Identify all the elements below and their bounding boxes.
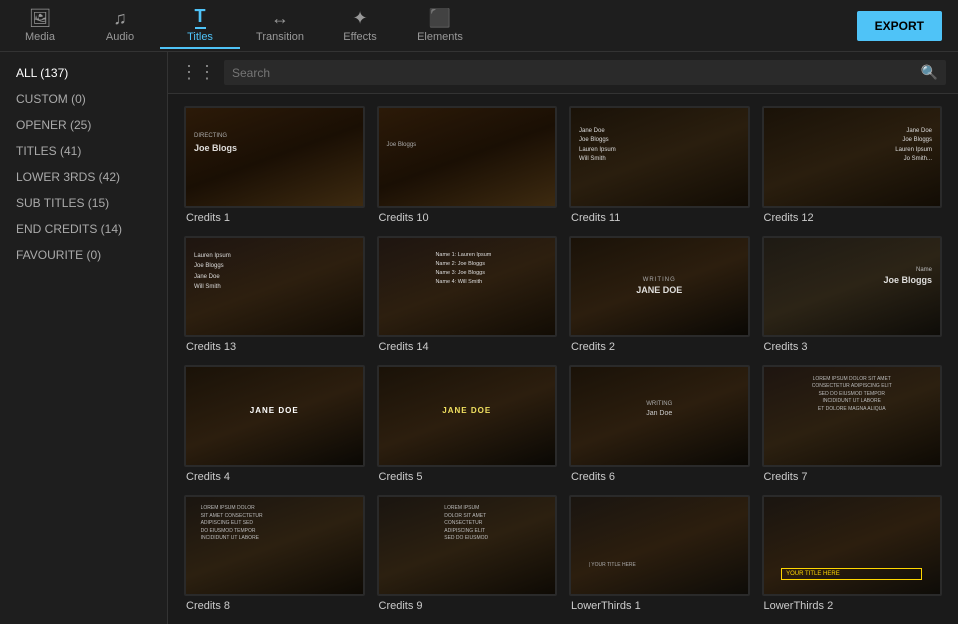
nav-effects-label: Effects — [343, 31, 376, 43]
thumbnail-label: Credits 5 — [377, 471, 558, 483]
grid-item[interactable]: Jane DoeJoe BloggsLauren IpsumJo Smith..… — [762, 106, 943, 224]
grid-item[interactable]: Lauren IpsumJoe BloggsJane DoeWill Smith… — [184, 236, 365, 354]
thumbnail-label: Credits 7 — [762, 471, 943, 483]
thumbnail-label: Credits 2 — [569, 341, 750, 353]
thumbnail-label: Credits 3 — [762, 341, 943, 353]
media-icon: 🖼 — [29, 8, 52, 29]
thumbnail-label: Credits 14 — [377, 341, 558, 353]
grid-area: DIRECTING Joe Blogs Credits 1 Joe Bloggs… — [168, 94, 958, 624]
main-layout: ALL (137) CUSTOM (0) OPENER (25) TITLES … — [0, 52, 958, 624]
grid-item[interactable]: | YOUR TITLE HERE LowerThirds 1 — [569, 495, 750, 613]
thumbnail-label: Credits 1 — [184, 212, 365, 224]
thumbnail-wrapper: JANE DOE — [184, 365, 365, 467]
sidebar-item-titles[interactable]: TITLES (41) — [0, 138, 167, 164]
nav-elements[interactable]: ⬛ Elements — [400, 4, 480, 47]
grid-item[interactable]: LOREM IPSUM DOLORSIT AMET CONSECTETURADI… — [184, 495, 365, 613]
thumbnail-label: Credits 4 — [184, 471, 365, 483]
sidebar-item-all[interactable]: ALL (137) — [0, 60, 167, 86]
thumbnail-wrapper: LOREM IPSUMDOLOR SIT AMETCONSECTETUR ADI… — [377, 495, 558, 597]
search-bar: ⋮⋮ 🔍 — [168, 52, 958, 94]
thumbnail-wrapper: JANE DOE — [377, 365, 558, 467]
thumbnail-wrapper: WRITING JANE DOE — [569, 236, 750, 338]
sidebar: ALL (137) CUSTOM (0) OPENER (25) TITLES … — [0, 52, 168, 624]
nav-audio[interactable]: ♫ Audio — [80, 4, 160, 47]
sidebar-item-opener[interactable]: OPENER (25) — [0, 112, 167, 138]
thumbnail-label: Credits 10 — [377, 212, 558, 224]
audio-icon: ♫ — [113, 8, 127, 29]
grid: DIRECTING Joe Blogs Credits 1 Joe Bloggs… — [184, 106, 942, 624]
transition-icon: ↔ — [271, 8, 289, 29]
grid-item[interactable]: Name 1: Lauren IpsumName 2: Joe BloggsNa… — [377, 236, 558, 354]
grid-item[interactable]: Jane DoeJoe BloggsLauren IpsumWill Smith… — [569, 106, 750, 224]
thumbnail-wrapper: Jane DoeJoe BloggsLauren IpsumJo Smith..… — [762, 106, 943, 208]
nav-media[interactable]: 🖼 Media — [0, 4, 80, 47]
grid-item[interactable]: Name Joe Bloggs Credits 3 — [762, 236, 943, 354]
effects-icon: ✦ — [352, 8, 367, 29]
nav-transition-label: Transition — [256, 31, 304, 43]
grid-item[interactable]: DIRECTING Joe Blogs Credits 1 — [184, 106, 365, 224]
sidebar-item-custom[interactable]: CUSTOM (0) — [0, 86, 167, 112]
nav-titles-label: Titles — [187, 31, 213, 43]
thumbnail-wrapper: Name Joe Bloggs — [762, 236, 943, 338]
grid-item[interactable]: JANE DOE Credits 5 — [377, 365, 558, 483]
thumbnail-wrapper: | YOUR TITLE HERE — [569, 495, 750, 597]
view-toggle-icon[interactable]: ⋮⋮ — [180, 62, 216, 83]
export-button[interactable]: EXPORT — [857, 11, 942, 41]
grid-item[interactable]: WRITING Jan Doe Credits 6 — [569, 365, 750, 483]
thumbnail-wrapper: YOUR TITLE HERE — [762, 495, 943, 597]
thumbnail-label: LowerThirds 2 — [762, 600, 943, 612]
thumbnail-wrapper: LOREM IPSUM DOLOR SIT AMETCONSECTETUR AD… — [762, 365, 943, 467]
thumbnail-wrapper: DIRECTING Joe Blogs — [184, 106, 365, 208]
thumbnail-label: Credits 9 — [377, 600, 558, 612]
thumbnail-wrapper: Joe Bloggs — [377, 106, 558, 208]
thumbnail-wrapper: Name 1: Lauren IpsumName 2: Joe BloggsNa… — [377, 236, 558, 338]
thumbnail-label: Credits 6 — [569, 471, 750, 483]
grid-item[interactable]: LOREM IPSUMDOLOR SIT AMETCONSECTETUR ADI… — [377, 495, 558, 613]
thumbnail-label: Credits 12 — [762, 212, 943, 224]
nav-transition[interactable]: ↔ Transition — [240, 4, 320, 47]
titles-icon: T — [195, 6, 206, 29]
sidebar-item-endcredits[interactable]: END CREDITS (14) — [0, 216, 167, 242]
top-nav: 🖼 Media ♫ Audio T Titles ↔ Transition ✦ … — [0, 0, 958, 52]
sidebar-item-favourite[interactable]: FAVOURITE (0) — [0, 242, 167, 268]
thumbnail-label: Credits 13 — [184, 341, 365, 353]
sidebar-item-lower3rds[interactable]: LOWER 3RDS (42) — [0, 164, 167, 190]
grid-item[interactable]: Joe Bloggs Credits 10 — [377, 106, 558, 224]
sidebar-item-subtitles[interactable]: SUB TITLES (15) — [0, 190, 167, 216]
thumbnail-wrapper: Jane DoeJoe BloggsLauren IpsumWill Smith — [569, 106, 750, 208]
thumbnail-label: Credits 8 — [184, 600, 365, 612]
thumbnail-label: LowerThirds 1 — [569, 600, 750, 612]
nav-media-label: Media — [25, 31, 55, 43]
thumbnail-wrapper: LOREM IPSUM DOLORSIT AMET CONSECTETURADI… — [184, 495, 365, 597]
grid-item[interactable]: JANE DOE Credits 4 — [184, 365, 365, 483]
grid-item[interactable]: LOREM IPSUM DOLOR SIT AMETCONSECTETUR AD… — [762, 365, 943, 483]
nav-titles[interactable]: T Titles — [160, 2, 240, 49]
search-input[interactable] — [232, 66, 915, 80]
thumbnail-wrapper: Lauren IpsumJoe BloggsJane DoeWill Smith — [184, 236, 365, 338]
nav-elements-label: Elements — [417, 31, 463, 43]
thumbnail-wrapper: WRITING Jan Doe — [569, 365, 750, 467]
content-area: ⋮⋮ 🔍 DIRECTING Joe Blogs Credits 1 Joe B… — [168, 52, 958, 624]
nav-audio-label: Audio — [106, 31, 134, 43]
nav-effects[interactable]: ✦ Effects — [320, 4, 400, 47]
search-input-wrapper: 🔍 — [224, 60, 946, 85]
grid-item[interactable]: YOUR TITLE HERE LowerThirds 2 — [762, 495, 943, 613]
thumbnail-label: Credits 11 — [569, 212, 750, 224]
grid-item[interactable]: WRITING JANE DOE Credits 2 — [569, 236, 750, 354]
elements-icon: ⬛ — [429, 8, 451, 29]
search-icon: 🔍 — [921, 64, 938, 81]
